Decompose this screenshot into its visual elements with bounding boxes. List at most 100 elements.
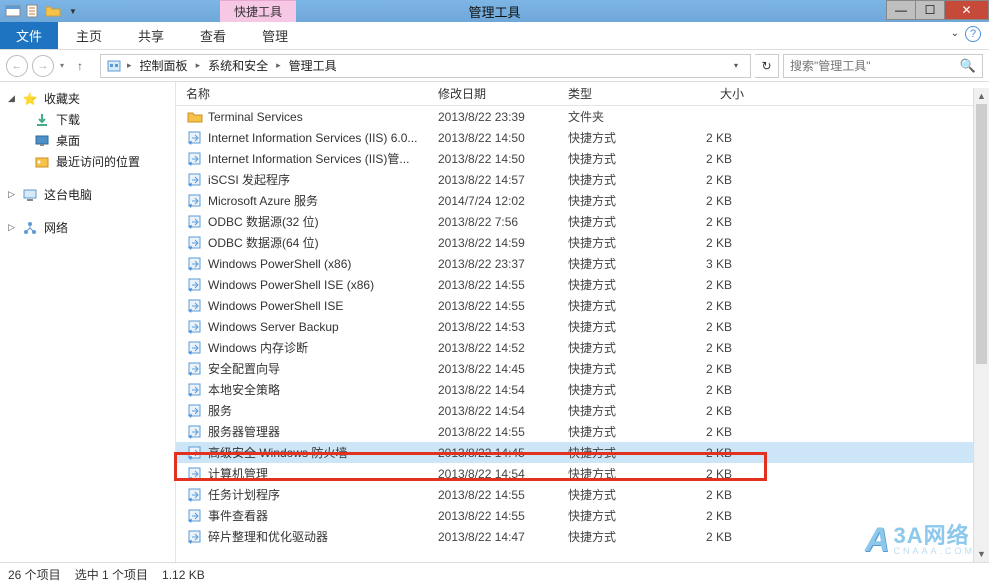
file-row[interactable]: 服务器管理器2013/8/22 14:55快捷方式2 KB [176, 421, 989, 442]
forward-button[interactable]: → [32, 55, 54, 77]
file-row[interactable]: 碎片整理和优化驱动器2013/8/22 14:47快捷方式2 KB [176, 526, 989, 547]
file-row[interactable]: Windows PowerShell ISE (x86)2013/8/22 14… [176, 274, 989, 295]
file-row[interactable]: Terminal Services2013/8/22 23:39文件夹 [176, 106, 989, 127]
breadcrumb-seg-0[interactable]: 控制面板 [136, 57, 192, 74]
file-row[interactable]: Internet Information Services (IIS) 6.0.… [176, 127, 989, 148]
chevron-right-icon[interactable]: ▸ [125, 60, 134, 71]
up-button[interactable]: ↑ [70, 56, 90, 76]
file-date: 2014/7/24 12:02 [438, 194, 568, 208]
file-row[interactable]: ODBC 数据源(32 位)2013/8/22 7:56快捷方式2 KB [176, 211, 989, 232]
tab-view[interactable]: 查看 [182, 22, 244, 49]
file-type: 快捷方式 [568, 213, 682, 230]
scroll-thumb[interactable] [976, 104, 987, 364]
address-dropdown-icon[interactable]: ▾ [726, 61, 746, 70]
file-date: 2013/8/22 14:52 [438, 341, 568, 355]
sidebar-item-desktop[interactable]: 桌面 [0, 130, 175, 151]
help-icon[interactable]: ? [965, 26, 981, 42]
back-button[interactable]: ← [6, 55, 28, 77]
vertical-scrollbar[interactable]: ▲ ▼ [973, 88, 989, 562]
tab-share[interactable]: 共享 [120, 22, 182, 49]
history-dropdown-icon[interactable]: ▾ [58, 61, 66, 70]
breadcrumb-seg-2[interactable]: 管理工具 [285, 57, 341, 74]
breadcrumb[interactable]: ▸ 控制面板 ▸ 系统和安全 ▸ 管理工具 ▾ [100, 54, 751, 78]
file-row[interactable]: Internet Information Services (IIS)管...2… [176, 148, 989, 169]
file-size: 2 KB [682, 383, 752, 397]
col-date-header[interactable]: 修改日期 [438, 85, 568, 102]
file-row[interactable]: Microsoft Azure 服务2014/7/24 12:02快捷方式2 K… [176, 190, 989, 211]
sidebar-item-downloads[interactable]: 下载 [0, 109, 175, 130]
search-input[interactable] [790, 59, 960, 73]
file-name: Microsoft Azure 服务 [208, 192, 438, 209]
status-count: 26 个项目 [8, 566, 61, 583]
file-size: 2 KB [682, 341, 752, 355]
sidebar-network[interactable]: ▷ 网络 [0, 217, 175, 238]
shortcut-icon [186, 319, 204, 335]
file-size: 2 KB [682, 278, 752, 292]
close-button[interactable]: ✕ [944, 0, 989, 20]
file-type: 快捷方式 [568, 234, 682, 251]
file-row[interactable]: Windows 内存诊断2013/8/22 14:52快捷方式2 KB [176, 337, 989, 358]
minimize-button[interactable]: — [886, 0, 916, 20]
expand-ribbon-icon[interactable]: ⌄ [951, 28, 959, 39]
file-row[interactable]: iSCSI 发起程序2013/8/22 14:57快捷方式2 KB [176, 169, 989, 190]
file-size: 2 KB [682, 236, 752, 250]
app-icon [4, 2, 22, 20]
maximize-button[interactable]: ☐ [915, 0, 945, 20]
file-type: 快捷方式 [568, 129, 682, 146]
file-name: ODBC 数据源(32 位) [208, 213, 438, 230]
col-type-header[interactable]: 类型 [568, 85, 682, 102]
file-name: 事件查看器 [208, 507, 438, 524]
file-row[interactable]: 服务2013/8/22 14:54快捷方式2 KB [176, 400, 989, 421]
file-size: 2 KB [682, 173, 752, 187]
scroll-down-icon[interactable]: ▼ [974, 546, 989, 562]
context-tab[interactable]: 快捷工具 [220, 0, 296, 22]
file-date: 2013/8/22 14:54 [438, 383, 568, 397]
chevron-right-icon[interactable]: ▸ [194, 60, 203, 71]
search-icon[interactable]: 🔍 [960, 58, 976, 74]
shortcut-icon [186, 214, 204, 230]
file-row[interactable]: 高级安全 Windows 防火墙2013/8/22 14:45快捷方式2 KB [176, 442, 989, 463]
file-row[interactable]: 计算机管理2013/8/22 14:54快捷方式2 KB [176, 463, 989, 484]
file-row[interactable]: Windows PowerShell (x86)2013/8/22 23:37快… [176, 253, 989, 274]
col-size-header[interactable]: 大小 [682, 85, 752, 102]
sidebar-favorites[interactable]: ◢ ⭐ 收藏夹 [0, 88, 175, 109]
file-type: 快捷方式 [568, 381, 682, 398]
qat-dropdown-icon[interactable]: ▼ [64, 2, 82, 20]
status-selection: 选中 1 个项目 [75, 566, 148, 583]
sidebar-item-recent[interactable]: 最近访问的位置 [0, 151, 175, 172]
column-headers: 名称 修改日期 类型 大小 [176, 82, 989, 106]
file-row[interactable]: 安全配置向导2013/8/22 14:45快捷方式2 KB [176, 358, 989, 379]
file-row[interactable]: ODBC 数据源(64 位)2013/8/22 14:59快捷方式2 KB [176, 232, 989, 253]
file-row[interactable]: 事件查看器2013/8/22 14:55快捷方式2 KB [176, 505, 989, 526]
shortcut-icon [186, 130, 204, 146]
search-box[interactable]: 🔍 [783, 54, 983, 78]
chevron-down-icon[interactable]: ◢ [8, 93, 16, 104]
refresh-button[interactable]: ↻ [755, 54, 779, 78]
shortcut-icon [186, 298, 204, 314]
col-name-header[interactable]: 名称 [186, 85, 438, 102]
scroll-up-icon[interactable]: ▲ [974, 88, 989, 104]
file-date: 2013/8/22 14:55 [438, 278, 568, 292]
file-type: 快捷方式 [568, 255, 682, 272]
sidebar-computer[interactable]: ▷ 这台电脑 [0, 184, 175, 205]
breadcrumb-seg-1[interactable]: 系统和安全 [204, 57, 272, 74]
nav-toolbar: ← → ▾ ↑ ▸ 控制面板 ▸ 系统和安全 ▸ 管理工具 ▾ ↻ 🔍 [0, 50, 989, 82]
file-size: 2 KB [682, 194, 752, 208]
tab-home[interactable]: 主页 [58, 22, 120, 49]
qat-properties-icon[interactable] [24, 2, 42, 20]
file-tab[interactable]: 文件 [0, 22, 58, 49]
qat-newfolder-icon[interactable] [44, 2, 62, 20]
file-row[interactable]: 本地安全策略2013/8/22 14:54快捷方式2 KB [176, 379, 989, 400]
chevron-right-icon[interactable]: ▷ [8, 222, 16, 233]
chevron-right-icon[interactable]: ▸ [274, 60, 283, 71]
tab-manage[interactable]: 管理 [244, 22, 306, 49]
chevron-right-icon[interactable]: ▷ [8, 189, 16, 200]
file-size: 3 KB [682, 257, 752, 271]
file-name: Windows Server Backup [208, 320, 438, 334]
file-listing[interactable]: Terminal Services2013/8/22 23:39文件夹Inter… [176, 106, 989, 562]
file-row[interactable]: Windows PowerShell ISE2013/8/22 14:55快捷方… [176, 295, 989, 316]
file-date: 2013/8/22 23:37 [438, 257, 568, 271]
file-name: 高级安全 Windows 防火墙 [208, 444, 438, 461]
file-row[interactable]: 任务计划程序2013/8/22 14:55快捷方式2 KB [176, 484, 989, 505]
file-row[interactable]: Windows Server Backup2013/8/22 14:53快捷方式… [176, 316, 989, 337]
